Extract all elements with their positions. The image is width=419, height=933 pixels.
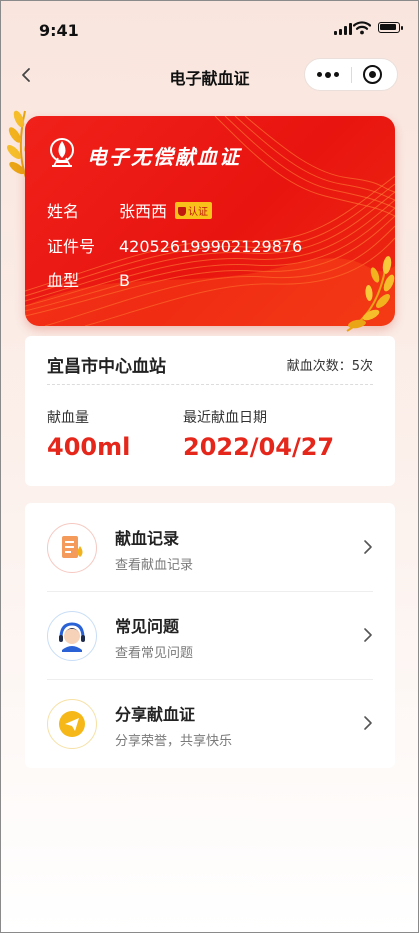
menu-subtitle-records: 查看献血记录 (115, 558, 194, 573)
battery-icon (378, 22, 403, 33)
customer-service-icon (47, 611, 97, 661)
dashed-divider (47, 384, 373, 385)
donation-count: 献血次数：5次 (286, 359, 373, 374)
name-value: 张西西 (119, 202, 168, 221)
mini-program-capsule (304, 58, 398, 91)
status-time: 9:41 (39, 21, 79, 40)
capsule-divider (351, 67, 352, 83)
wifi-icon (353, 21, 371, 35)
blood-type-label: 血型 (47, 271, 80, 290)
chevron-right-icon (364, 628, 372, 642)
card-row-blood-type: 血型 B (47, 267, 130, 291)
menu-item-donation-records[interactable]: 献血记录 查看献血记录 (25, 503, 395, 591)
signal-icon (334, 23, 352, 35)
card-row-name: 姓名 张西西 认证 (47, 198, 213, 222)
last-date-value: 2022/04/27 (183, 433, 335, 461)
blood-drop-logo-icon (50, 138, 74, 167)
menu-title-share: 分享献血证 (115, 705, 196, 724)
verified-badge-label: 认证 (188, 207, 209, 218)
menu-item-faq[interactable]: 常见问题 查看常见问题 (25, 591, 395, 679)
menu-list: 献血记录 查看献血记录 常见问题 查看常见问题 分享献血证 分享荣誉，共享快乐 (25, 503, 395, 768)
more-menu-icon[interactable] (305, 59, 351, 90)
chevron-right-icon (364, 716, 372, 730)
blood-type-value: B (119, 271, 130, 290)
share-icon (47, 699, 97, 749)
card-title: 电子无偿献血证 (87, 145, 241, 169)
chevron-right-icon (364, 540, 372, 554)
navigation-bar: 电子献血证 (1, 53, 418, 97)
card-row-id: 证件号 420526199902129876 (47, 233, 302, 257)
menu-title-records: 献血记录 (115, 529, 180, 548)
menu-subtitle-faq: 查看常见问题 (115, 646, 194, 661)
name-label: 姓名 (47, 202, 80, 221)
menu-title-faq: 常见问题 (115, 617, 180, 636)
menu-subtitle-share: 分享荣誉，共享快乐 (115, 734, 233, 749)
verified-badge: 认证 (175, 202, 213, 219)
status-bar: 9:41 (1, 1, 418, 53)
station-name: 宜昌市中心血站 (47, 357, 166, 377)
phone-screen: 9:41 电子献血证 电子无偿献血证 姓名 张西西 认证 证件号 4205261… (0, 0, 419, 933)
menu-item-share[interactable]: 分享献血证 分享荣誉，共享快乐 (25, 679, 395, 767)
station-info-panel: 宜昌市中心血站 献血次数：5次 献血量 400ml 最近献血日期 2022/04… (25, 336, 395, 486)
last-date-label: 最近献血日期 (183, 410, 267, 426)
amount-label: 献血量 (47, 410, 89, 426)
blood-donation-card: 电子无偿献血证 姓名 张西西 认证 证件号 420526199902129876 血型… (25, 116, 395, 326)
id-value: 420526199902129876 (119, 237, 303, 256)
close-mini-program-icon[interactable] (363, 65, 382, 84)
id-label: 证件号 (47, 237, 96, 256)
shield-icon (178, 207, 187, 216)
record-icon (47, 523, 97, 573)
amount-value: 400ml (47, 433, 131, 461)
right-laurel-icon (346, 256, 395, 332)
